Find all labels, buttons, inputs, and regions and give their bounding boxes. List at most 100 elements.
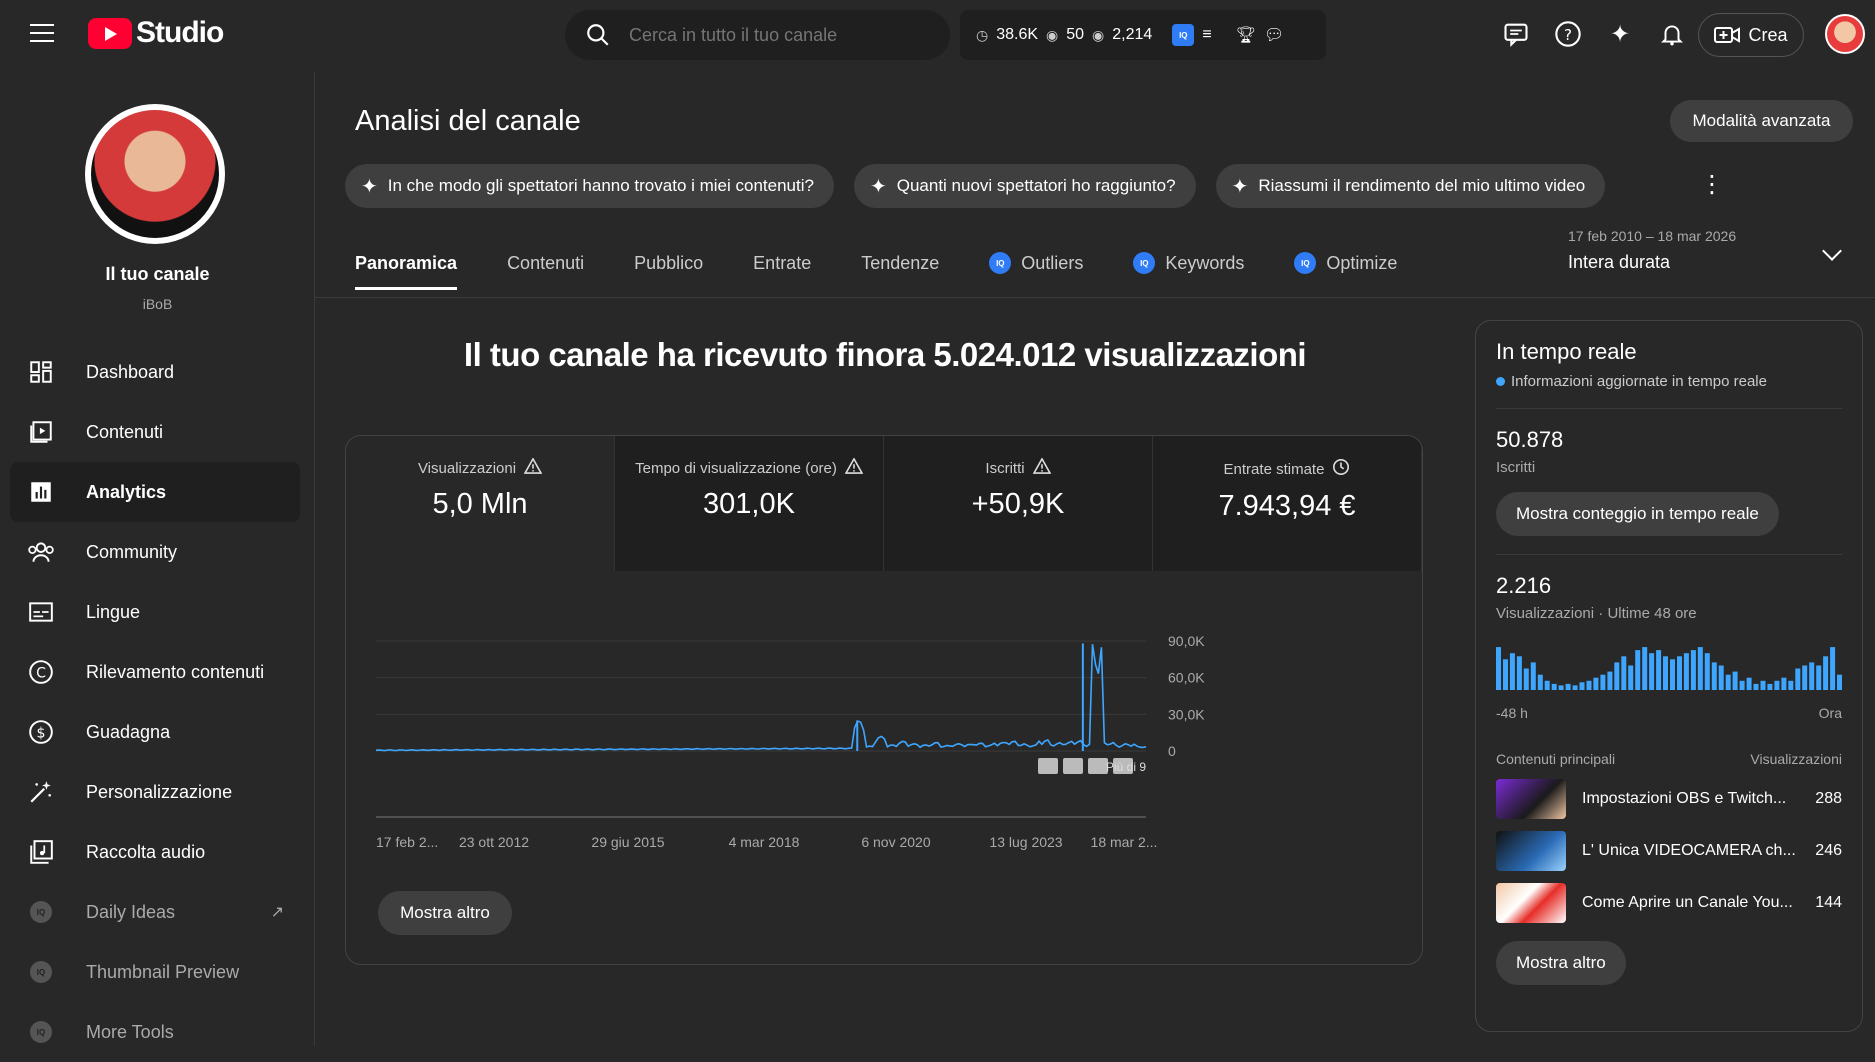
suggestion-chip[interactable]: ✦ Riassumi il rendimento del mio ultimo v…: [1215, 164, 1606, 208]
realtime-bar[interactable]: [1593, 677, 1599, 690]
sidebar-item-more-tools[interactable]: IQ More Tools: [10, 1002, 300, 1062]
date-range-selector[interactable]: 17 feb 2010 – 18 mar 2026 Intera durata: [1568, 228, 1736, 273]
realtime-bar[interactable]: [1753, 683, 1759, 690]
sidebar-item-community[interactable]: Community: [10, 522, 300, 582]
advanced-mode-button[interactable]: Modalità avanzata: [1670, 100, 1853, 142]
top-content-row[interactable]: Come Aprire un Canale You... 144: [1496, 883, 1842, 923]
tab-panoramica[interactable]: Panoramica: [355, 252, 458, 290]
realtime-bar[interactable]: [1642, 647, 1648, 690]
realtime-bar[interactable]: [1628, 665, 1634, 691]
realtime-bar[interactable]: [1781, 677, 1787, 690]
realtime-bar[interactable]: [1816, 665, 1822, 691]
show-more-button[interactable]: Mostra altro: [378, 891, 512, 935]
realtime-bar[interactable]: [1551, 683, 1557, 690]
realtime-bar[interactable]: [1774, 680, 1780, 690]
top-content-row[interactable]: Impostazioni OBS e Twitch... 288: [1496, 779, 1842, 819]
realtime-bar[interactable]: [1760, 680, 1766, 690]
feedback-icon[interactable]: [1498, 16, 1534, 52]
help-icon[interactable]: ?: [1550, 16, 1586, 52]
tab-tendenze[interactable]: Tendenze: [861, 252, 939, 290]
chevron-down-icon[interactable]: [1822, 241, 1842, 261]
metric-card[interactable]: Entrate stimate 7.943,94 €: [1153, 436, 1422, 571]
realtime-bar[interactable]: [1614, 662, 1620, 690]
sidebar-item-contenuti[interactable]: Contenuti: [10, 402, 300, 462]
video-marker[interactable]: [1063, 758, 1083, 774]
realtime-bar[interactable]: [1607, 671, 1613, 690]
metric-card[interactable]: Tempo di visualizzazione (ore) 301,0K: [615, 436, 884, 571]
realtime-bar[interactable]: [1795, 668, 1801, 691]
realtime-bar[interactable]: [1544, 680, 1550, 690]
suggestion-chip[interactable]: ✦ In che modo gli spettatori hanno trovat…: [345, 164, 834, 208]
sidebar-item-guadagna[interactable]: $ Guadagna: [10, 702, 300, 762]
realtime-bar[interactable]: [1496, 647, 1501, 690]
sidebar-item-dashboard[interactable]: Dashboard: [10, 342, 300, 402]
bell-icon[interactable]: [1654, 16, 1690, 52]
realtime-bar[interactable]: [1732, 671, 1738, 690]
menu-icon[interactable]: [30, 24, 54, 44]
create-button[interactable]: Crea: [1698, 13, 1804, 57]
sidebar-item-thumbnail-preview[interactable]: IQ Thumbnail Preview: [10, 942, 300, 1002]
sidebar-item-daily-ideas[interactable]: IQ Daily Ideas ↗: [10, 882, 300, 942]
chat-icon[interactable]: 💬︎: [1264, 25, 1284, 45]
video-marker[interactable]: [1038, 758, 1058, 774]
realtime-bar[interactable]: [1579, 682, 1585, 690]
list-icon[interactable]: ≡: [1202, 26, 1211, 44]
realtime-bar[interactable]: [1830, 647, 1836, 690]
sidebar-item-rilevamento-contenuti[interactable]: C Rilevamento contenuti: [10, 642, 300, 702]
account-avatar[interactable]: [1825, 14, 1865, 54]
trophy-icon[interactable]: 🏆︎: [1236, 25, 1256, 45]
realtime-bar[interactable]: [1788, 680, 1794, 690]
realtime-bar[interactable]: [1649, 653, 1655, 690]
realtime-bar[interactable]: [1746, 677, 1752, 690]
realtime-bar[interactable]: [1523, 668, 1529, 691]
top-content-row[interactable]: L' Unica VIDEOCAMERA ch... 246: [1496, 831, 1842, 871]
realtime-bar[interactable]: [1802, 665, 1808, 691]
live-count-button[interactable]: Mostra conteggio in tempo reale: [1496, 492, 1779, 536]
realtime-bar[interactable]: [1683, 653, 1689, 690]
search-box[interactable]: [565, 10, 950, 60]
sparkle-icon[interactable]: ✦: [1602, 16, 1638, 52]
realtime-bar[interactable]: [1537, 674, 1543, 690]
realtime-bar[interactable]: [1697, 647, 1703, 690]
vidiq-icon[interactable]: IQ: [1172, 24, 1195, 46]
sidebar-item-lingue[interactable]: Lingue: [10, 582, 300, 642]
metric-card[interactable]: Visualizzazioni 5,0 Mln: [346, 436, 615, 571]
tab-outliers[interactable]: IQ Outliers: [989, 252, 1083, 290]
tab-entrate[interactable]: Entrate: [753, 252, 811, 290]
realtime-bar[interactable]: [1558, 685, 1564, 690]
realtime-bar[interactable]: [1516, 656, 1522, 690]
search-input[interactable]: [629, 24, 909, 46]
realtime-bar[interactable]: [1711, 662, 1717, 690]
realtime-bar[interactable]: [1718, 665, 1724, 691]
tab-optimize[interactable]: IQ Optimize: [1294, 252, 1397, 290]
realtime-bar[interactable]: [1663, 656, 1668, 690]
realtime-bar[interactable]: [1656, 650, 1662, 690]
realtime-bar[interactable]: [1809, 662, 1815, 690]
sidebar-item-personalizzazione[interactable]: Personalizzazione: [10, 762, 300, 822]
views-series-line[interactable]: [375, 644, 1147, 752]
realtime-bar[interactable]: [1767, 683, 1773, 690]
realtime-bar[interactable]: [1572, 685, 1578, 690]
channel-avatar[interactable]: [85, 104, 225, 244]
suggestion-chip[interactable]: ✦ Quanti nuovi spettatori ho raggiunto?: [853, 164, 1196, 208]
sidebar-item-raccolta-audio[interactable]: Raccolta audio: [10, 822, 300, 882]
tab-keywords[interactable]: IQ Keywords: [1133, 252, 1244, 290]
metric-card[interactable]: Iscritti +50,9K: [884, 436, 1153, 571]
realtime-bar[interactable]: [1704, 653, 1710, 690]
realtime-bar[interactable]: [1677, 656, 1682, 690]
realtime-bar[interactable]: [1509, 653, 1515, 690]
realtime-show-more-button[interactable]: Mostra altro: [1496, 941, 1626, 985]
realtime-bar[interactable]: [1635, 650, 1641, 690]
realtime-bar[interactable]: [1690, 650, 1696, 690]
realtime-bar[interactable]: [1725, 674, 1731, 690]
realtime-bar[interactable]: [1823, 656, 1829, 690]
realtime-bar[interactable]: [1565, 683, 1571, 690]
realtime-bar[interactable]: [1670, 659, 1675, 690]
realtime-bar[interactable]: [1837, 674, 1842, 690]
tab-pubblico[interactable]: Pubblico: [634, 252, 703, 290]
studio-logo[interactable]: Studio: [88, 16, 224, 50]
realtime-bar[interactable]: [1586, 680, 1592, 690]
more-options-icon[interactable]: ⋮: [1700, 170, 1724, 199]
realtime-bar[interactable]: [1503, 659, 1508, 690]
realtime-bar[interactable]: [1621, 656, 1627, 690]
